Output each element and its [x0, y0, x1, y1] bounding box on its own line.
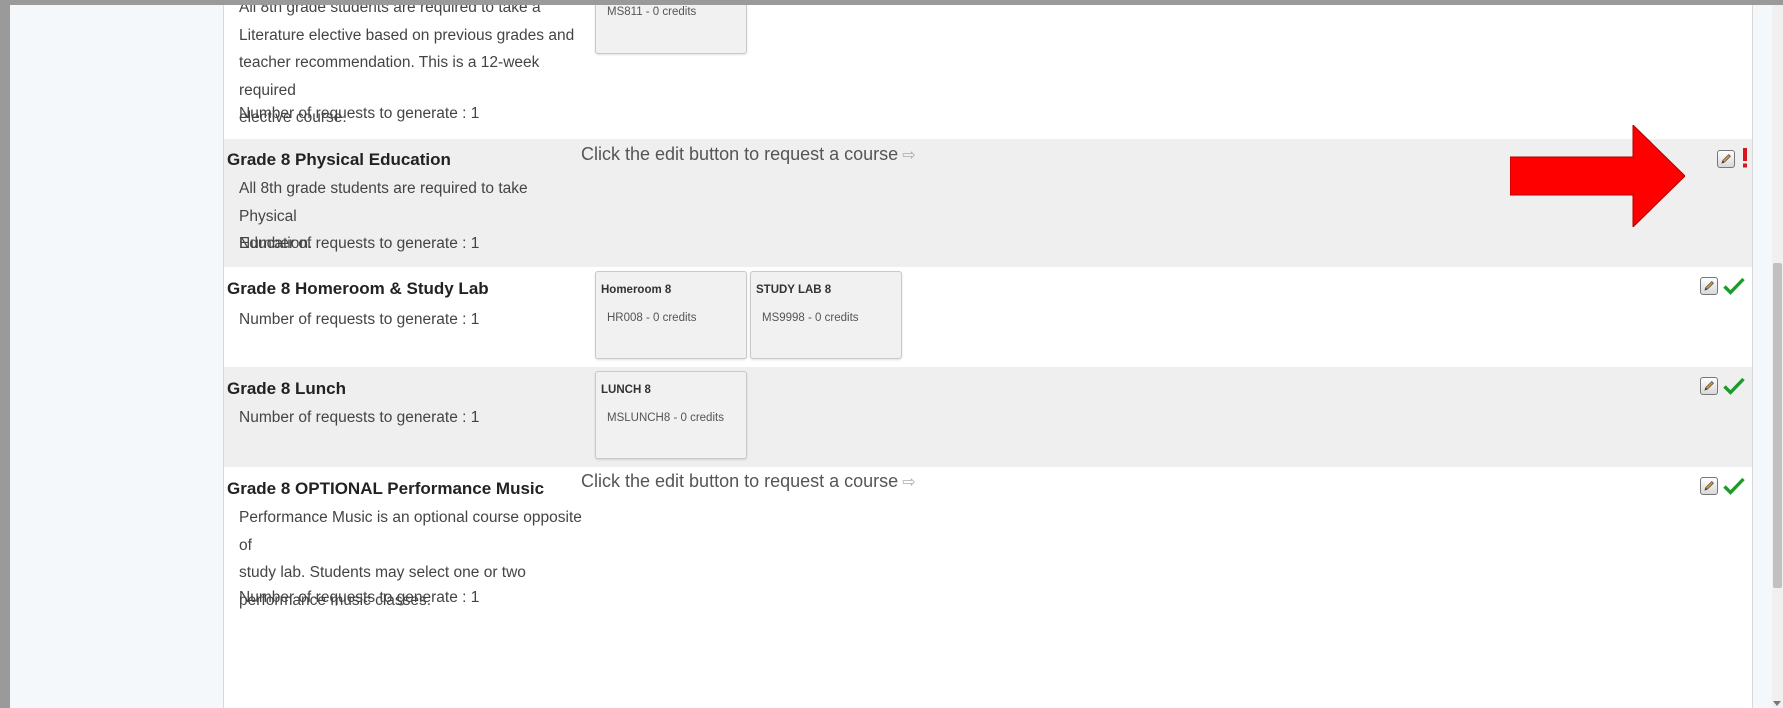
description-line: study lab. Students may select one or tw… [239, 564, 526, 581]
course-card[interactable]: LUNCH 8 MSLUNCH8 - 0 credits [595, 371, 747, 459]
section-title: Grade 8 Physical Education [227, 150, 451, 169]
requests-count: Number of requests to generate : 1 [239, 589, 480, 606]
red-arrow-annotation [1510, 125, 1685, 227]
requests-count: Number of requests to generate : 1 [239, 235, 480, 252]
right-arrow-icon: ⇨ [902, 147, 916, 164]
course-credits: MSLUNCH8 - 0 credits [607, 412, 724, 424]
scrollbar-thumb[interactable] [1773, 263, 1782, 588]
section-homeroom-study-lab: Grade 8 Homeroom & Study Lab Number of r… [224, 267, 1752, 367]
requests-count: Number of requests to generate : 1 [239, 105, 480, 122]
section-title: Grade 8 Lunch [227, 379, 347, 398]
green-check-icon [1723, 377, 1745, 395]
pencil-edit-icon[interactable] [1700, 477, 1718, 495]
description-line: Literature elective based on previous gr… [239, 26, 575, 44]
description-line: All 8th grade students are required to t… [239, 5, 541, 16]
pencil-edit-icon[interactable] [1700, 377, 1718, 395]
section-title: Grade 8 OPTIONAL Performance Music [227, 479, 545, 498]
requests-count: Number of requests to generate : 1 [239, 409, 480, 426]
course-credits: MS811 - 0 credits [607, 6, 697, 18]
course-name: STUDY LAB 8 [756, 284, 832, 296]
description-line: Performance Music is an optional course … [239, 509, 582, 554]
course-credits: MS9998 - 0 credits [762, 312, 859, 324]
description-line: teacher recommendation. This is a 12-wee… [239, 54, 540, 99]
course-card[interactable]: MS811 - 0 credits [595, 5, 747, 54]
course-credits: HR008 - 0 credits [607, 312, 697, 324]
green-check-icon [1723, 477, 1745, 495]
course-name: LUNCH 8 [601, 384, 651, 396]
description-line: All 8th grade students are required to t… [239, 180, 528, 225]
vertical-scrollbar[interactable] [1772, 5, 1783, 708]
requests-count: Number of requests to generate : 1 [239, 311, 480, 328]
request-course-hint: Click the edit button to request a cours… [581, 471, 916, 492]
course-requests-panel: All 8th grade students are required to t… [223, 5, 1753, 708]
red-exclamation-icon [1743, 148, 1747, 168]
section-lunch: Grade 8 Lunch Number of requests to gene… [224, 367, 1752, 467]
course-card[interactable]: STUDY LAB 8 MS9998 - 0 credits [750, 271, 902, 359]
pencil-edit-icon[interactable] [1717, 150, 1735, 168]
browser-viewport: All 8th grade students are required to t… [10, 5, 1783, 708]
section-performance-music: Grade 8 OPTIONAL Performance Music Click… [224, 467, 1752, 708]
section-literature: All 8th grade students are required to t… [224, 5, 1752, 139]
right-arrow-icon: ⇨ [902, 474, 916, 491]
hint-text: Click the edit button to request a cours… [581, 144, 899, 164]
course-card[interactable]: Homeroom 8 HR008 - 0 credits [595, 271, 747, 359]
section-title: Grade 8 Homeroom & Study Lab [227, 279, 489, 298]
course-name: Homeroom 8 [601, 284, 672, 296]
green-check-icon [1723, 277, 1745, 295]
scroll-down-arrow-icon[interactable] [1773, 701, 1781, 706]
request-course-hint: Click the edit button to request a cours… [581, 144, 916, 165]
hint-text: Click the edit button to request a cours… [581, 471, 899, 491]
pencil-edit-icon[interactable] [1700, 277, 1718, 295]
